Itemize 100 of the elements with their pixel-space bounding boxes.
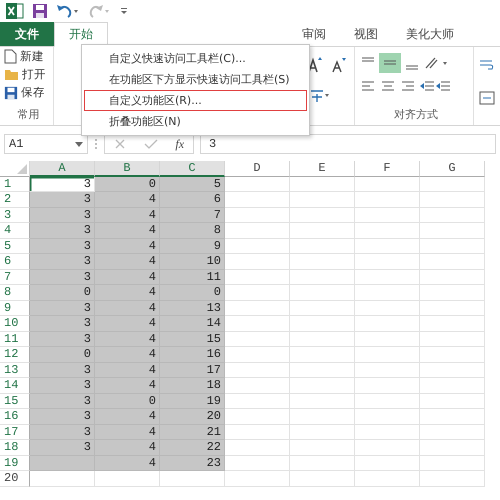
table-cell	[290, 238, 355, 254]
table-cell: 4	[95, 285, 160, 300]
row-header[interactable]: 12	[0, 347, 30, 362]
column-header[interactable]: C	[160, 161, 225, 176]
table-cell	[225, 285, 290, 300]
table-cell	[95, 471, 160, 486]
table-cell	[290, 409, 355, 424]
row-header[interactable]: 16	[0, 409, 30, 424]
ribbon-command[interactable]: 新建	[4, 49, 54, 64]
table-cell: 22	[160, 440, 225, 456]
row-header[interactable]: 3	[0, 208, 30, 223]
align-middle-icon[interactable]	[378, 53, 401, 73]
table-cell	[355, 394, 420, 409]
table-cell: 4	[95, 409, 160, 424]
row-header[interactable]: 14	[0, 378, 30, 394]
table-cell	[420, 471, 485, 486]
table-cell	[290, 208, 355, 223]
row-header[interactable]: 9	[0, 300, 30, 316]
undo-icon[interactable]	[56, 3, 80, 19]
table-cell	[355, 409, 420, 424]
table-cell	[290, 394, 355, 409]
dropdown-icon	[75, 142, 83, 146]
ribbon-command[interactable]: 保存	[4, 85, 54, 100]
ribbon-tab[interactable]: 审阅	[288, 22, 340, 46]
row-header[interactable]: 15	[0, 394, 30, 409]
column-header[interactable]: E	[290, 161, 355, 176]
row-header[interactable]: 1	[0, 176, 30, 192]
save-icon[interactable]	[32, 3, 48, 19]
table-cell	[355, 456, 420, 471]
row-header[interactable]: 18	[0, 440, 30, 456]
name-box[interactable]: A1	[4, 134, 88, 154]
menu-item[interactable]: 在功能区下方显示快速访问工具栏(S)	[85, 70, 306, 89]
table-cell	[225, 208, 290, 223]
check-icon[interactable]	[144, 138, 158, 150]
excel-logo-icon	[6, 3, 24, 19]
row-header[interactable]: 20	[0, 471, 30, 486]
table-cell	[420, 409, 485, 424]
table-cell: 3	[30, 316, 95, 332]
table-cell: 11	[160, 270, 225, 285]
table-cell	[420, 192, 485, 208]
table-cell	[225, 378, 290, 394]
table-cell	[355, 332, 420, 347]
table-cell	[225, 456, 290, 471]
table-cell	[290, 471, 355, 486]
ribbon-command[interactable]: 打开	[4, 67, 54, 82]
table-cell: 4	[95, 456, 160, 471]
table-cell	[290, 347, 355, 362]
row-header[interactable]: 5	[0, 238, 30, 254]
table-cell	[290, 332, 355, 347]
column-header[interactable]: A	[30, 161, 95, 176]
table-cell	[225, 238, 290, 254]
table-cell	[225, 176, 290, 192]
table-cell	[355, 270, 420, 285]
table-cell	[420, 270, 485, 285]
column-header[interactable]: B	[95, 161, 160, 176]
table-cell: 3	[30, 332, 95, 347]
table-cell	[355, 471, 420, 486]
row-header[interactable]: 8	[0, 285, 30, 300]
table-cell	[420, 316, 485, 332]
customize-arrow-icon[interactable]	[120, 6, 128, 16]
ribbon-tab[interactable]: 开始	[54, 22, 108, 47]
merge-icon[interactable]	[478, 89, 496, 107]
row-header[interactable]: 4	[0, 223, 30, 238]
column-header[interactable]: G	[420, 161, 485, 176]
file-tab[interactable]: 文件	[0, 22, 54, 46]
table-cell: 3	[30, 192, 95, 208]
menu-item[interactable]: 自定义功能区(R)...	[85, 91, 306, 110]
row-header[interactable]: 2	[0, 192, 30, 208]
row-header[interactable]: 7	[0, 270, 30, 285]
row-header[interactable]: 11	[0, 332, 30, 347]
table-cell: 4	[95, 424, 160, 440]
menu-item[interactable]: 折叠功能区(N)	[85, 112, 306, 131]
row-header[interactable]: 19	[0, 456, 30, 471]
shrink-font-icon[interactable]	[330, 55, 347, 75]
insert-function-button[interactable]: fx	[175, 136, 184, 152]
table-cell	[290, 192, 355, 208]
formula-input[interactable]: 3	[200, 134, 496, 154]
table-cell	[420, 208, 485, 223]
table-cell	[290, 223, 355, 238]
table-cell: 4	[95, 238, 160, 254]
row-header[interactable]: 17	[0, 424, 30, 440]
table-cell	[160, 471, 225, 486]
table-cell	[420, 440, 485, 456]
table-cell	[420, 378, 485, 394]
ribbon-tab[interactable]: 美化大师	[392, 22, 468, 46]
column-header[interactable]: F	[355, 161, 420, 176]
table-cell: 4	[95, 192, 160, 208]
table-cell	[290, 316, 355, 332]
table-cell	[420, 332, 485, 347]
row-header[interactable]: 10	[0, 316, 30, 332]
table-cell	[355, 176, 420, 192]
row-header[interactable]: 13	[0, 362, 30, 378]
column-header[interactable]: D	[225, 161, 290, 176]
ribbon-tab[interactable]: 视图	[340, 22, 392, 46]
row-header[interactable]: 6	[0, 254, 30, 270]
grip-icon	[94, 138, 98, 150]
menu-item[interactable]: 自定义快速访问工具栏(C)...	[85, 49, 306, 68]
table-cell	[355, 378, 420, 394]
table-cell	[355, 192, 420, 208]
table-cell	[225, 394, 290, 409]
